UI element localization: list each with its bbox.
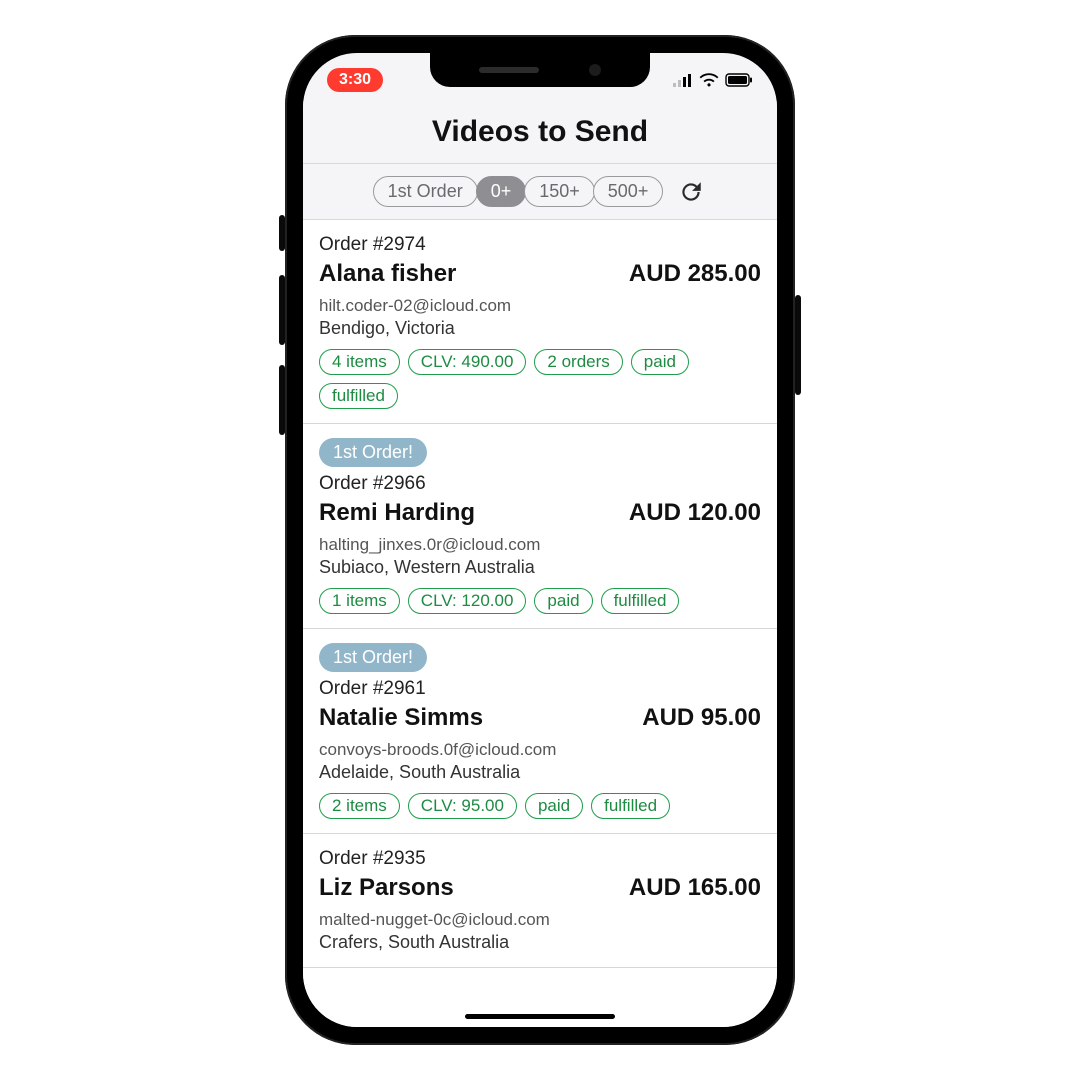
- order-tags: 2 items CLV: 95.00 paid fulfilled: [319, 793, 761, 819]
- customer-name: Liz Parsons: [319, 874, 454, 902]
- filter-chip-3[interactable]: 500+: [593, 176, 664, 207]
- status-time: 3:30: [327, 68, 383, 92]
- order-price: AUD 285.00: [629, 260, 761, 288]
- order-tag: 2 items: [319, 793, 400, 819]
- filter-bar: 1st Order0+150+500+: [303, 164, 777, 220]
- customer-name: Remi Harding: [319, 499, 475, 527]
- customer-name: Alana fisher: [319, 260, 456, 288]
- first-order-badge: 1st Order!: [319, 438, 427, 467]
- customer-email: halting_jinxes.0r@icloud.com: [319, 535, 761, 555]
- order-tags: 1 items CLV: 120.00 paid fulfilled: [319, 588, 761, 614]
- order-tag: fulfilled: [591, 793, 670, 819]
- filter-chip-2[interactable]: 150+: [524, 176, 595, 207]
- order-price: AUD 120.00: [629, 499, 761, 527]
- order-card[interactable]: 1st Order! Order #2966 Remi Harding AUD 120…: [303, 424, 777, 629]
- order-number: Order #2961: [319, 678, 761, 700]
- order-tag: 2 orders: [534, 349, 622, 375]
- order-tag: fulfilled: [319, 383, 398, 409]
- first-order-badge: 1st Order!: [319, 643, 427, 672]
- customer-location: Adelaide, South Australia: [319, 762, 761, 783]
- order-tag: 4 items: [319, 349, 400, 375]
- refresh-icon: [678, 179, 704, 205]
- order-tag: CLV: 120.00: [408, 588, 527, 614]
- customer-email: convoys-broods.0f@icloud.com: [319, 740, 761, 760]
- order-tag: fulfilled: [601, 588, 680, 614]
- order-price: AUD 95.00: [642, 704, 761, 732]
- mute-switch: [279, 215, 285, 251]
- filter-chip-1[interactable]: 0+: [476, 176, 527, 207]
- customer-email: hilt.coder-02@icloud.com: [319, 296, 761, 316]
- order-tag: CLV: 490.00: [408, 349, 527, 375]
- battery-icon: [725, 73, 753, 87]
- order-card[interactable]: 1st Order! Order #2961 Natalie Simms AUD 95…: [303, 629, 777, 834]
- order-card[interactable]: Order #2974 Alana fisher AUD 285.00 hilt.co…: [303, 220, 777, 424]
- notch: [430, 53, 650, 87]
- wifi-icon: [699, 73, 719, 87]
- customer-location: Bendigo, Victoria: [319, 318, 761, 339]
- volume-up-button: [279, 275, 285, 345]
- screen: 3:30 Videos to Send 1st Order0+150+500+ …: [303, 53, 777, 1027]
- orders-list[interactable]: Order #2974 Alana fisher AUD 285.00 hilt.co…: [303, 220, 777, 1027]
- order-price: AUD 165.00: [629, 874, 761, 902]
- customer-email: malted-nugget-0c@icloud.com: [319, 910, 761, 930]
- order-tag: paid: [631, 349, 689, 375]
- order-tag: paid: [525, 793, 583, 819]
- order-tag: paid: [534, 588, 592, 614]
- home-indicator[interactable]: [465, 1014, 615, 1019]
- order-number: Order #2935: [319, 848, 761, 870]
- order-tag: CLV: 95.00: [408, 793, 517, 819]
- front-camera: [589, 64, 601, 76]
- page-title: Videos to Send: [303, 101, 777, 164]
- order-tag: 1 items: [319, 588, 400, 614]
- speaker: [479, 67, 539, 73]
- customer-location: Subiaco, Western Australia: [319, 557, 761, 578]
- volume-down-button: [279, 365, 285, 435]
- customer-name: Natalie Simms: [319, 704, 483, 732]
- order-card[interactable]: Order #2935 Liz Parsons AUD 165.00 malted-n…: [303, 834, 777, 968]
- order-number: Order #2966: [319, 473, 761, 495]
- phone-frame: 3:30 Videos to Send 1st Order0+150+500+ …: [285, 35, 795, 1045]
- order-number: Order #2974: [319, 234, 761, 256]
- customer-location: Crafers, South Australia: [319, 932, 761, 953]
- power-button: [795, 295, 801, 395]
- filter-chip-0[interactable]: 1st Order: [373, 176, 478, 207]
- refresh-button[interactable]: [676, 177, 706, 207]
- order-tags: 4 items CLV: 490.00 2 orders paid fulfilled: [319, 349, 761, 409]
- cellular-icon: [673, 73, 693, 87]
